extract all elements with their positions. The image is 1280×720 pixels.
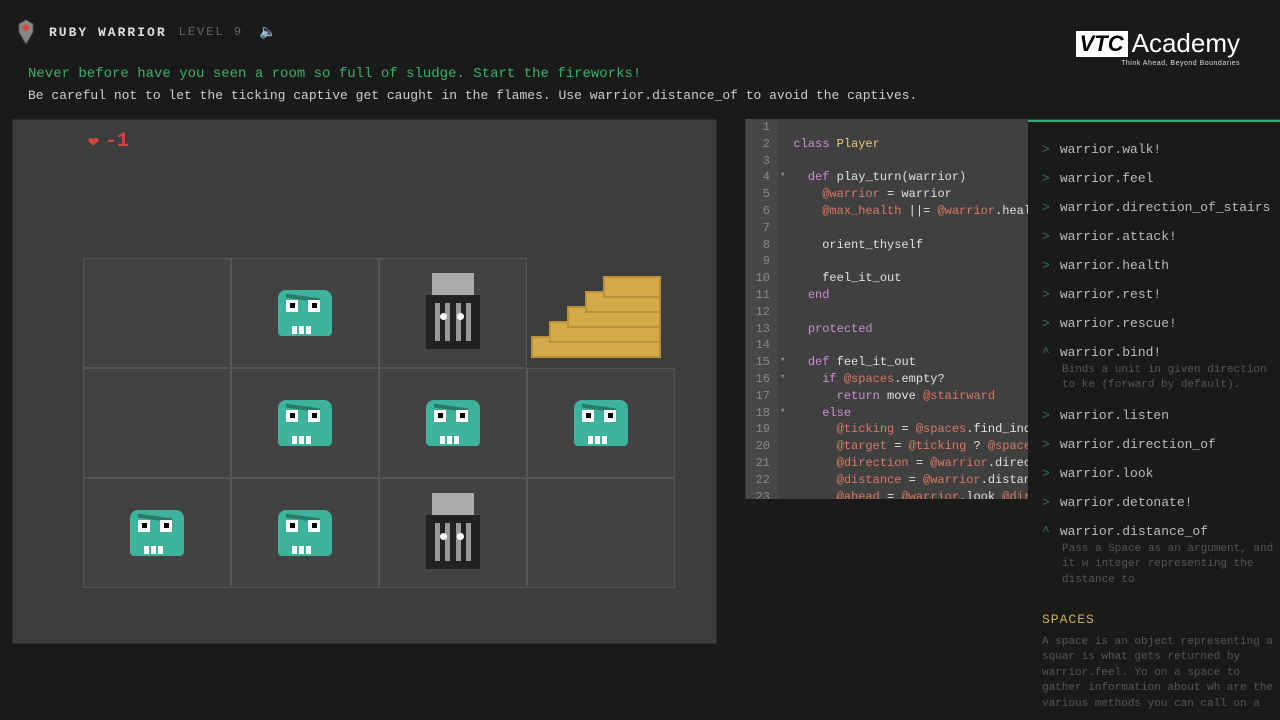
help-item[interactable]: ^ warrior.distance_of Pass a Space as an a…	[1042, 524, 1276, 588]
brand-tagline: Think Ahead, Beyond Boundaries	[1076, 60, 1240, 67]
brand-box: VTC	[1076, 31, 1128, 57]
grid-cell	[231, 258, 379, 368]
heart-icon: ❤	[88, 131, 99, 153]
captive-cage	[426, 493, 480, 573]
grid-cell	[83, 478, 231, 588]
help-item[interactable]: > warrior.feel	[1042, 171, 1276, 186]
app-title: RUBY WARRIOR	[49, 25, 167, 40]
sludge-enemy	[422, 392, 484, 454]
api-method-name: warrior.rest!	[1060, 287, 1161, 302]
brand-logo: VTC Academy Think Ahead, Beyond Boundari…	[1076, 28, 1240, 67]
expand-caret-icon[interactable]: >	[1042, 437, 1050, 452]
api-method-name: warrior.health	[1060, 258, 1169, 273]
game-board: ❤ -1	[12, 119, 717, 644]
captive-cage	[426, 273, 480, 353]
sludge-enemy	[274, 502, 336, 564]
help-section-desc: A space is an object representing a squa…	[1042, 635, 1276, 712]
help-item[interactable]: > warrior.health	[1042, 258, 1276, 273]
grid-cell	[379, 368, 527, 478]
expand-caret-icon[interactable]: >	[1042, 316, 1050, 331]
api-method-name: warrior.rescue!	[1060, 316, 1177, 331]
fold-icon[interactable]: ▾	[778, 371, 787, 388]
expand-caret-icon[interactable]: >	[1042, 287, 1050, 302]
grid-cell	[527, 478, 675, 588]
help-item[interactable]: > warrior.detonate!	[1042, 495, 1276, 510]
grid-cell	[231, 368, 379, 478]
help-item[interactable]: > warrior.attack!	[1042, 229, 1276, 244]
sludge-enemy	[274, 282, 336, 344]
grid-cell	[231, 478, 379, 588]
hp-value: -1	[105, 130, 129, 153]
api-method-name: warrior.direction_of	[1060, 437, 1216, 452]
stairs-exit	[531, 268, 671, 358]
primary-message: Never before have you seen a room so ful…	[28, 66, 1252, 82]
expand-caret-icon[interactable]: >	[1042, 466, 1050, 481]
help-item[interactable]: > warrior.direction_of_stairs	[1042, 200, 1276, 215]
grid-cell	[379, 258, 527, 368]
fold-icon[interactable]: ▾	[778, 405, 787, 422]
expand-caret-icon[interactable]: >	[1042, 258, 1050, 273]
grid-cell	[527, 368, 675, 478]
help-item[interactable]: > warrior.walk!	[1042, 142, 1276, 157]
api-method-name: warrior.listen	[1060, 408, 1169, 423]
expand-caret-icon[interactable]: ^	[1042, 524, 1050, 539]
help-item[interactable]: > warrior.listen	[1042, 408, 1276, 423]
api-method-name: warrior.look	[1060, 466, 1154, 481]
api-method-desc: Binds a unit in given direction to ke (f…	[1062, 363, 1276, 394]
sound-toggle-icon[interactable]: 🔈	[259, 24, 276, 41]
api-method-name: warrior.distance_of	[1060, 524, 1208, 539]
api-method-name: warrior.detonate!	[1060, 495, 1193, 510]
help-panel: > warrior.walk! > warrior.feel > warrior.dire…	[1028, 120, 1280, 720]
game-logo-icon	[15, 18, 37, 46]
sludge-enemy	[274, 392, 336, 454]
fold-icon[interactable]: ▾	[778, 169, 787, 186]
expand-caret-icon[interactable]: >	[1042, 229, 1050, 244]
grid-cell	[379, 478, 527, 588]
expand-caret-icon[interactable]: >	[1042, 408, 1050, 423]
expand-caret-icon[interactable]: >	[1042, 171, 1050, 186]
hp-indicator: ❤ -1	[88, 130, 129, 153]
api-method-name: warrior.feel	[1060, 171, 1154, 186]
sludge-enemy	[570, 392, 632, 454]
level-indicator: LEVEL 9	[179, 25, 243, 39]
expand-caret-icon[interactable]: >	[1042, 495, 1050, 510]
grid-cell	[83, 368, 231, 478]
expand-caret-icon[interactable]: ^	[1042, 345, 1050, 360]
help-item[interactable]: > warrior.direction_of	[1042, 437, 1276, 452]
fold-icon[interactable]: ▾	[778, 354, 787, 371]
brand-text: Academy	[1132, 28, 1240, 59]
expand-caret-icon[interactable]: >	[1042, 200, 1050, 215]
secondary-message: Be careful not to let the ticking captiv…	[28, 88, 1252, 103]
api-method-desc: Pass a Space as an argument, and it w in…	[1062, 542, 1276, 588]
help-item[interactable]: > warrior.rescue!	[1042, 316, 1276, 331]
help-item[interactable]: > warrior.rest!	[1042, 287, 1276, 302]
grid-cell	[527, 258, 675, 368]
api-method-name: warrior.attack!	[1060, 229, 1177, 244]
api-method-name: warrior.walk!	[1060, 142, 1161, 157]
help-item[interactable]: ^ warrior.bind! Binds a unit in given dire…	[1042, 345, 1276, 394]
api-method-name: warrior.bind!	[1060, 345, 1161, 360]
sludge-enemy	[126, 502, 188, 564]
grid-cell	[83, 258, 231, 368]
help-section-title: SPACES	[1042, 612, 1276, 627]
help-item[interactable]: > warrior.look	[1042, 466, 1276, 481]
game-grid	[83, 258, 675, 588]
api-method-name: warrior.direction_of_stairs	[1060, 200, 1271, 215]
expand-caret-icon[interactable]: >	[1042, 142, 1050, 157]
